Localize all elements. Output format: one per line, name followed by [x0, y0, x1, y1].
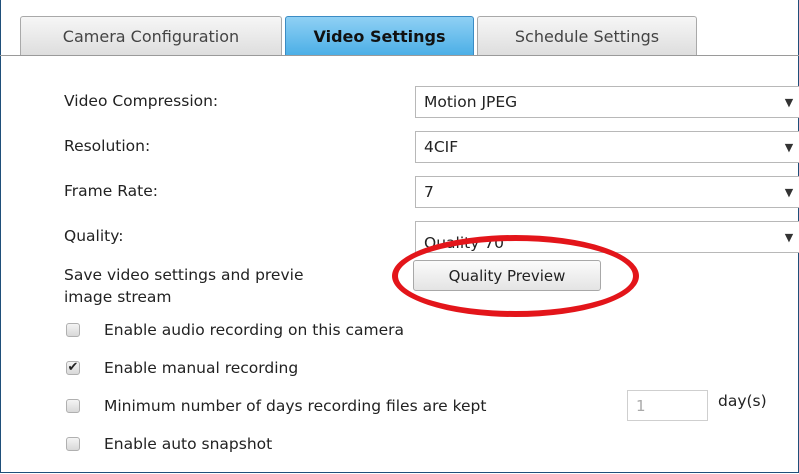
preview-description-line1: Save video settings and previe	[64, 266, 304, 284]
quality-preview-button[interactable]: Quality Preview	[413, 260, 601, 291]
resolution-value: 4CIF	[424, 138, 459, 156]
quality-label: Quality:	[64, 227, 124, 245]
auto-snapshot-label: Enable auto snapshot	[104, 435, 273, 453]
tab-bar: Camera Configuration Video Settings Sche…	[0, 0, 799, 56]
resolution-select[interactable]: 4CIF ▼	[415, 131, 799, 163]
chevron-down-icon: ▼	[784, 185, 794, 199]
audio-recording-label: Enable audio recording on this camera	[104, 321, 404, 339]
checkmark-icon: ✔	[67, 360, 79, 375]
frame-rate-select[interactable]: 7 ▼	[415, 176, 799, 208]
frame-rate-label: Frame Rate:	[64, 182, 158, 200]
video-compression-value: Motion JPEG	[424, 93, 518, 111]
auto-snapshot-option: Enable auto snapshot	[66, 432, 272, 456]
quality-value: Quality 70	[424, 234, 505, 252]
auto-snapshot-checkbox[interactable]	[66, 437, 80, 451]
tab-camera-configuration[interactable]: Camera Configuration	[20, 16, 282, 55]
manual-recording-label: Enable manual recording	[104, 359, 299, 377]
chevron-down-icon: ▼	[784, 230, 794, 244]
manual-recording-option: ✔ Enable manual recording	[66, 356, 298, 380]
tab-divider	[0, 55, 799, 56]
chevron-down-icon: ▼	[784, 95, 794, 109]
resolution-label: Resolution:	[64, 137, 151, 155]
min-days-checkbox[interactable]	[66, 399, 80, 413]
min-days-option: Minimum number of days recording files a…	[66, 394, 486, 418]
quality-select[interactable]: Quality 70 ▼	[415, 221, 799, 253]
chevron-down-icon: ▼	[784, 140, 794, 154]
preview-description-line2: image stream	[64, 288, 172, 306]
tab-video-settings[interactable]: Video Settings	[285, 16, 474, 56]
preview-description: Save video settings and previe image str…	[64, 264, 394, 308]
days-unit-label: day(s)	[718, 392, 767, 410]
manual-recording-checkbox[interactable]: ✔	[66, 361, 80, 375]
audio-recording-checkbox[interactable]	[66, 323, 80, 337]
video-compression-label: Video Compression:	[64, 92, 219, 110]
min-days-input[interactable]: 1	[627, 390, 708, 421]
audio-recording-option: Enable audio recording on this camera	[66, 318, 404, 342]
tab-schedule-settings[interactable]: Schedule Settings	[477, 16, 697, 55]
min-days-label: Minimum number of days recording files a…	[104, 397, 487, 415]
frame-rate-value: 7	[424, 183, 434, 201]
video-compression-select[interactable]: Motion JPEG ▼	[415, 86, 799, 118]
